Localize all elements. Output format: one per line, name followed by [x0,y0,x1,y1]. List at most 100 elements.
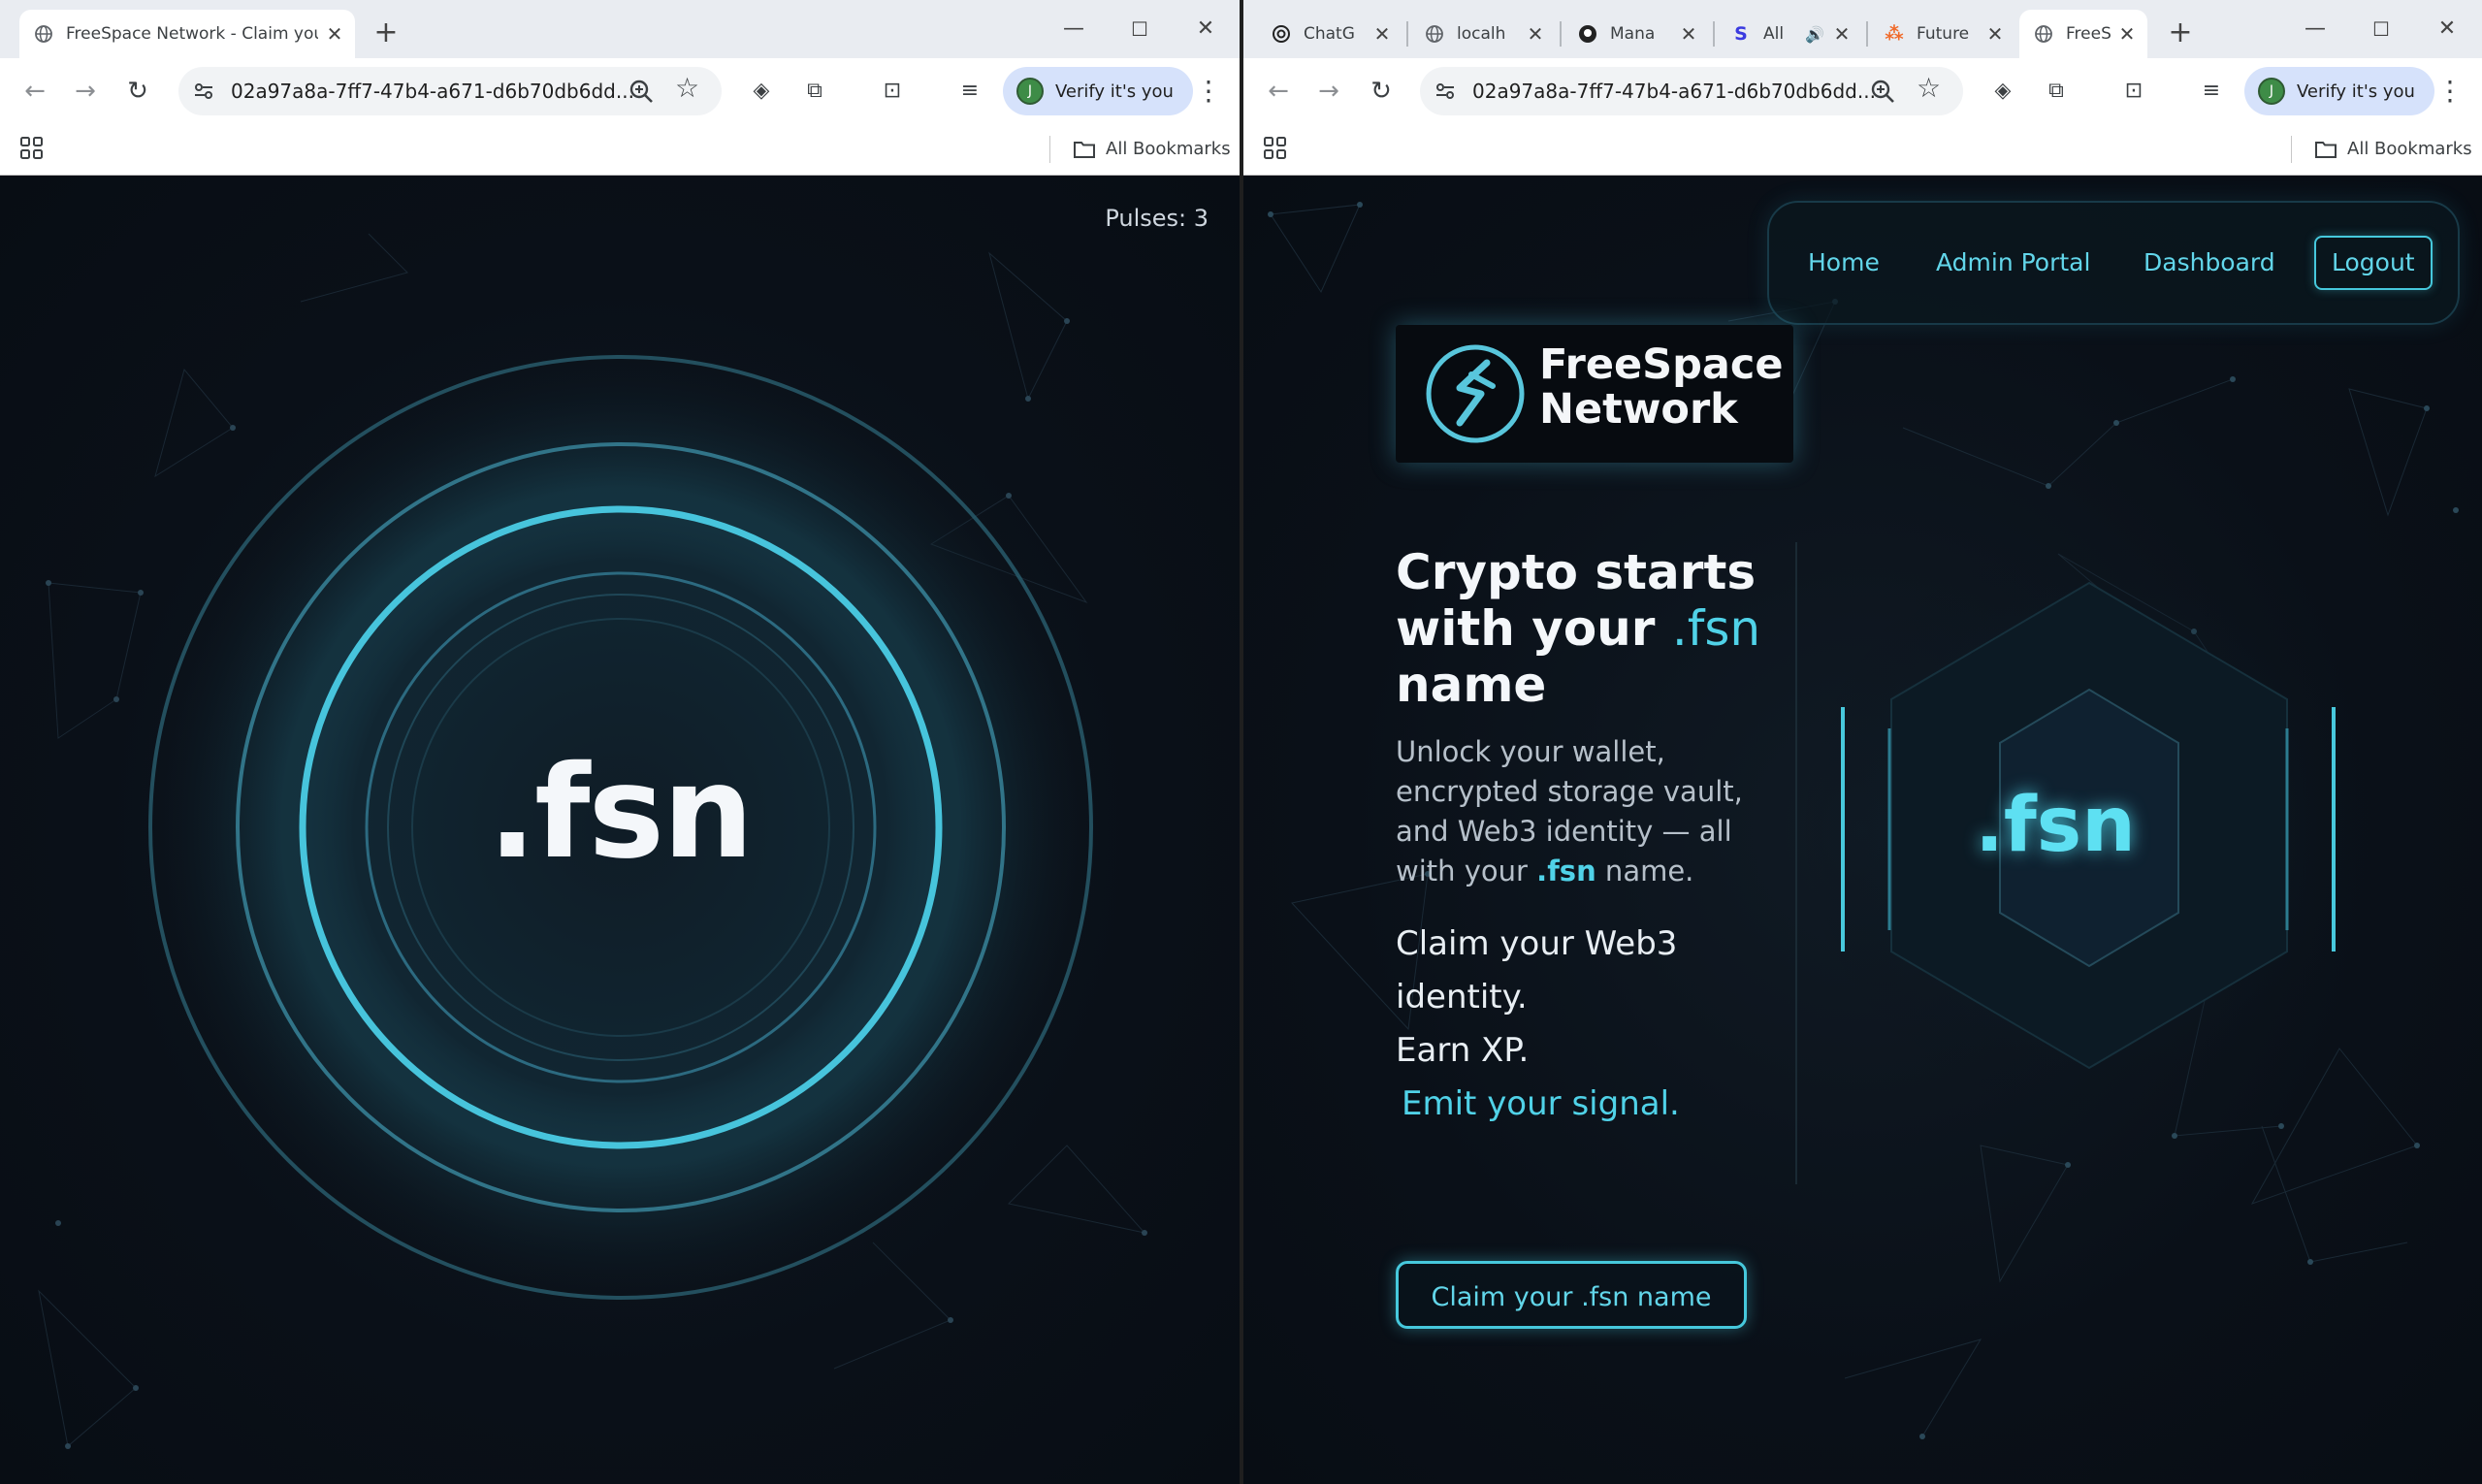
close-tab-icon[interactable]: ✕ [1525,22,1546,46]
site-info-icon[interactable] [192,80,215,103]
tab-strip: ChatG ✕ localh ✕ Mana ✕ S All 🔊 ✕ ⁂ Futu… [1243,0,2482,58]
tab-search-icon[interactable]: ⊡ [2114,72,2153,111]
apps-grid-icon[interactable] [1261,134,1290,163]
menu-kebab-icon[interactable]: ⋮ [1189,72,1228,111]
url-text: 02a97a8a-7ff7-47b4-a671-d6b70db6dd... [231,80,634,103]
media-controls-icon[interactable]: ≡ [2192,72,2231,111]
reload-icon[interactable]: ↻ [1362,72,1401,111]
new-tab-button[interactable]: + [2161,14,2200,52]
extension-icon[interactable]: ◈ [742,72,781,111]
all-bookmarks-button[interactable]: All Bookmarks [1073,124,1231,175]
logo-line-2: Network [1539,385,1738,434]
close-window-button[interactable]: ✕ [2423,10,2471,48]
page-viewport: Home Admin Portal Dashboard Logout FreeS… [1243,176,2482,1484]
close-tab-icon[interactable]: ✕ [1371,22,1393,46]
extension-icon[interactable]: ◈ [1983,72,2022,111]
zoom-icon[interactable] [627,77,656,106]
tab-freespace[interactable]: FreeSpace Network - Claim your ✕ [19,10,355,58]
back-icon[interactable]: ← [16,72,54,111]
tab-freespace[interactable]: FreeS ✕ [2019,10,2147,58]
profile-button[interactable]: J Verify it's you [2244,67,2434,115]
future-icon: ⁂ [1885,23,1904,45]
globe-icon [2033,23,2054,45]
nav-home[interactable]: Home [1808,203,1880,323]
s-logo-icon: S [1734,23,1748,45]
globe-icon [33,23,54,45]
tab-separator [1713,21,1715,47]
address-bar[interactable]: 02a97a8a-7ff7-47b4-a671-d6b70db6dd... ☆ [1420,67,1963,115]
hero-subtitle-part2: name. [1596,855,1694,887]
tab-title: FreeS [2066,24,2111,44]
folder-icon [1074,142,1095,158]
minimize-button[interactable]: — [1049,10,1098,48]
close-window-button[interactable]: ✕ [1181,10,1230,48]
address-bar[interactable]: 02a97a8a-7ff7-47b4-a671-d6b70db6dd... ☆ [178,67,722,115]
tab-chatgpt[interactable]: ChatG ✕ [1257,10,1402,58]
zoom-icon[interactable] [1868,77,1897,106]
logo-wordmark: FreeSpace Network [1539,342,1784,432]
back-icon[interactable]: ← [1259,72,1298,111]
all-bookmarks-button[interactable]: All Bookmarks [2314,124,2472,175]
avatar: J [2258,78,2285,105]
tab-all[interactable]: S All 🔊 ✕ [1717,10,1862,58]
forward-icon[interactable]: → [1309,72,1348,111]
hero-subtitle-accent: .fsn [1536,855,1596,887]
tab-title: FreeSpace Network - Claim your [66,24,318,44]
tab-strip: FreeSpace Network - Claim your ✕ + — ☐ ✕ [0,0,1240,58]
avatar: J [1016,78,1044,105]
extensions-puzzle-icon[interactable]: ⧉ [2037,72,2076,111]
fsn-center-text: .fsn [487,738,754,887]
bookmark-star-icon[interactable]: ☆ [675,72,699,104]
close-tab-icon[interactable]: ✕ [1831,22,1853,46]
bookmarks-bar: All Bookmarks [0,124,1240,176]
audio-playing-icon[interactable]: 🔊 [1804,25,1825,44]
freespace-logo: FreeSpace Network [1396,325,1793,463]
tab-localhost[interactable]: localh ✕ [1410,10,1556,58]
bookmarks-divider [2291,136,2292,163]
extensions-puzzle-icon[interactable]: ⧉ [795,72,834,111]
tagline-line-3: Earn XP. [1396,1031,1530,1070]
media-controls-icon[interactable]: ≡ [951,72,989,111]
github-icon [1577,23,1598,45]
maximize-button[interactable]: ☐ [1115,10,1164,48]
tagline-line-4: Emit your signal. [1402,1084,1680,1123]
hex-fsn-text: .fsn [1975,782,2136,869]
all-bookmarks-label: All Bookmarks [2347,139,2472,159]
new-tab-button[interactable]: + [367,14,405,52]
bookmark-star-icon[interactable]: ☆ [1917,72,1941,104]
close-tab-icon[interactable]: ✕ [1678,22,1699,46]
profile-label: Verify it's you [1055,81,1174,102]
claim-name-button[interactable]: Claim your .fsn name [1396,1261,1747,1329]
apps-grid-icon[interactable] [17,134,47,163]
maximize-button[interactable]: ☐ [2357,10,2405,48]
minimize-button[interactable]: — [2291,10,2339,48]
tab-title: Future [1917,24,1970,44]
profile-button[interactable]: J Verify it's you [1003,67,1193,115]
top-nav: Home Admin Portal Dashboard Logout [1767,201,2460,325]
tab-title: All [1763,24,1785,44]
reload-icon[interactable]: ↻ [118,72,157,111]
hero-title: Crypto starts with your .fsn name [1396,544,1822,713]
menu-kebab-icon[interactable]: ⋮ [2431,72,2469,111]
page-viewport: Pulses: 3 .fsn [0,176,1240,1484]
close-tab-icon[interactable]: ✕ [1984,22,2006,46]
logout-button[interactable]: Logout [2314,236,2433,290]
site-info-icon[interactable] [1434,80,1457,103]
close-tab-icon[interactable]: ✕ [324,22,345,46]
close-tab-icon[interactable]: ✕ [2116,22,2138,46]
tab-title: ChatG [1304,24,1355,44]
tab-search-icon[interactable]: ⊡ [873,72,912,111]
nav-dashboard[interactable]: Dashboard [2144,203,2275,323]
browser-window-right: ChatG ✕ localh ✕ Mana ✕ S All 🔊 ✕ ⁂ Futu… [1243,0,2482,1484]
tab-future[interactable]: ⁂ Future ✕ [1870,10,2015,58]
all-bookmarks-label: All Bookmarks [1106,139,1231,159]
forward-icon[interactable]: → [66,72,105,111]
tab-separator [1406,21,1408,47]
profile-label: Verify it's you [2297,81,2415,102]
browser-window-left: FreeSpace Network - Claim your ✕ + — ☐ ✕… [0,0,1240,1484]
tab-github[interactable]: Mana ✕ [1563,10,1709,58]
toolbar: ← → ↻ 02a97a8a-7ff7-47b4-a671-d6b70db6dd… [1243,58,2482,124]
nav-admin-portal[interactable]: Admin Portal [1936,203,2090,323]
tab-separator [1560,21,1562,47]
tab-title: Mana [1610,24,1656,44]
